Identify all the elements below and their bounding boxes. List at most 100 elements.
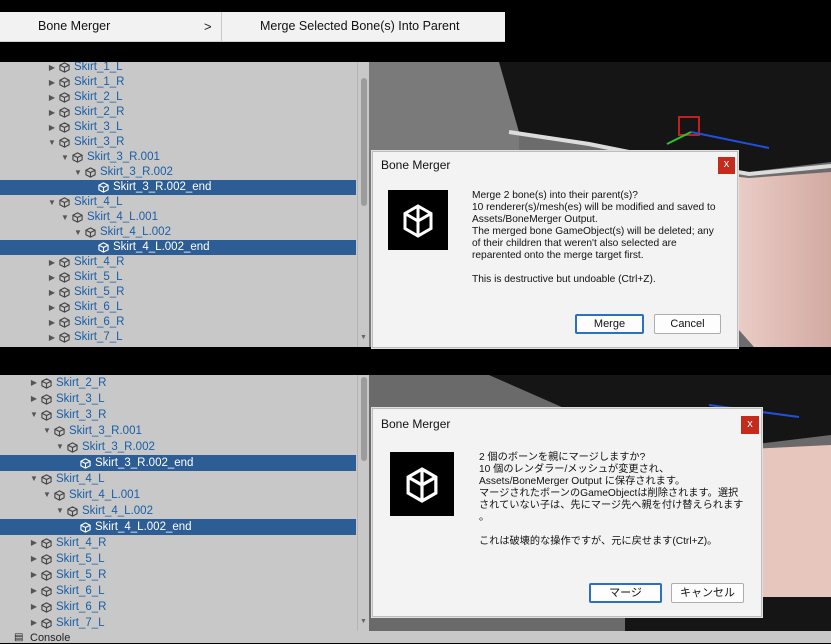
cancel-button[interactable]: Cancel	[654, 314, 721, 334]
expand-down-icon[interactable]: ▼	[55, 503, 65, 519]
hierarchy-panel-bottom: ▶ Skirt_2_R ▶ Skirt_3_L ▼ Skirt_3_R ▼ Skirt_3_R…	[0, 375, 357, 631]
menu-item-merge-selected[interactable]: Merge Selected Bone(s) Into Parent	[260, 12, 459, 41]
gameobject-cube-icon	[41, 570, 52, 581]
hierarchy-row[interactable]: ▶ Skirt_1_L	[0, 62, 356, 75]
expand-right-icon[interactable]: ▶	[47, 255, 57, 270]
expand-right-icon[interactable]: ▶	[47, 330, 57, 345]
hierarchy-row[interactable]: ▶ Skirt_1_R	[0, 75, 356, 90]
hierarchy-row-label: Skirt_4_L	[56, 473, 105, 485]
expand-right-icon[interactable]: ▶	[29, 551, 39, 567]
hierarchy-row-label: Skirt_7_L	[74, 331, 123, 343]
gameobject-cube-icon	[59, 302, 70, 313]
expand-right-icon[interactable]: ▶	[47, 62, 57, 75]
hierarchy-row[interactable]: ▶ Skirt_2_R	[0, 375, 356, 391]
scroll-down-icon[interactable]: ▼	[360, 334, 367, 341]
expand-right-icon[interactable]: ▶	[47, 75, 57, 90]
expand-down-icon[interactable]: ▼	[73, 165, 83, 180]
expand-down-icon[interactable]: ▼	[60, 210, 70, 225]
hierarchy-row[interactable]: ▶ Skirt_4_R	[0, 255, 356, 270]
hierarchy-row[interactable]: ▼ Skirt_3_R.001	[0, 150, 356, 165]
expand-down-icon[interactable]: ▼	[73, 225, 83, 240]
hierarchy-row[interactable]: ▶ Skirt_3_L	[0, 120, 356, 135]
hierarchy-row[interactable]: Skirt_4_L.002_end	[0, 240, 356, 255]
merge-button[interactable]: Merge	[575, 314, 644, 334]
hierarchy-row[interactable]: ▼ Skirt_3_R.002	[0, 165, 356, 180]
hierarchy-row[interactable]: ▶ Skirt_7_L	[0, 330, 356, 345]
hierarchy-row[interactable]: ▼ Skirt_4_L.001	[0, 487, 356, 503]
expand-right-icon[interactable]: ▶	[29, 615, 39, 631]
expand-right-icon[interactable]: ▶	[47, 120, 57, 135]
console-tab[interactable]: Console	[30, 632, 70, 644]
hierarchy-row[interactable]: Skirt_3_R.002_end	[0, 455, 356, 471]
expand-right-icon[interactable]: ▶	[29, 391, 39, 407]
hierarchy-row-label: Skirt_3_R	[56, 409, 107, 421]
expand-right-icon[interactable]: ▶	[47, 270, 57, 285]
scrollbar-thumb[interactable]	[361, 377, 367, 461]
hierarchy-row-label: Skirt_3_R.002	[82, 441, 155, 453]
expand-right-icon[interactable]: ▶	[29, 567, 39, 583]
hierarchy-row[interactable]: ▶ Skirt_6_L	[0, 583, 356, 599]
hierarchy-row[interactable]: ▼ Skirt_3_R.002	[0, 439, 356, 455]
expand-down-icon[interactable]: ▼	[29, 471, 39, 487]
hierarchy-row[interactable]: ▶ Skirt_5_L	[0, 270, 356, 285]
hierarchy-row[interactable]: ▼ Skirt_3_R.001	[0, 423, 356, 439]
hierarchy-row[interactable]: ▶ Skirt_7_L	[0, 615, 356, 631]
hierarchy-row-label: Skirt_3_R.002_end	[95, 457, 194, 469]
hierarchy-row[interactable]: ▶ Skirt_6_R	[0, 599, 356, 615]
cancel-button-ja[interactable]: キャンセル	[671, 583, 744, 603]
expand-right-icon[interactable]: ▶	[47, 90, 57, 105]
expand-down-icon[interactable]: ▼	[42, 487, 52, 503]
expand-down-icon[interactable]: ▼	[60, 150, 70, 165]
hierarchy-row[interactable]: ▶ Skirt_5_R	[0, 567, 356, 583]
hierarchy-row[interactable]: ▼ Skirt_3_R	[0, 407, 356, 423]
hierarchy-row[interactable]: ▶ Skirt_4_R	[0, 535, 356, 551]
gameobject-cube-icon	[41, 394, 52, 405]
expand-down-icon[interactable]: ▼	[55, 439, 65, 455]
hierarchy-row[interactable]: ▼ Skirt_4_L	[0, 471, 356, 487]
gameobject-cube-icon	[41, 378, 52, 389]
expand-right-icon[interactable]: ▶	[29, 535, 39, 551]
close-icon[interactable]: x	[741, 416, 759, 434]
expand-right-icon[interactable]: ▶	[47, 300, 57, 315]
hierarchy-row[interactable]: ▶ Skirt_5_R	[0, 285, 356, 300]
hierarchy-row[interactable]: ▶ Skirt_6_L	[0, 300, 356, 315]
expand-down-icon[interactable]: ▼	[29, 407, 39, 423]
hierarchy-row[interactable]: ▶ Skirt_3_L	[0, 391, 356, 407]
hierarchy-row[interactable]: ▼ Skirt_4_L.001	[0, 210, 356, 225]
hierarchy-row[interactable]: ▶ Skirt_5_L	[0, 551, 356, 567]
hierarchy-row-label: Skirt_6_R	[56, 601, 107, 613]
gameobject-cube-icon	[59, 137, 70, 148]
dialog-message: Merge 2 bone(s) into their parent(s)? 10 …	[472, 190, 727, 286]
unity-logo-icon	[390, 452, 454, 516]
hierarchy-row-label: Skirt_3_R.001	[69, 425, 142, 437]
expand-right-icon[interactable]: ▶	[47, 105, 57, 120]
hierarchy-row[interactable]: Skirt_4_L.002_end	[0, 519, 356, 535]
expand-right-icon[interactable]: ▶	[29, 583, 39, 599]
gameobject-cube-icon	[80, 458, 91, 469]
hierarchy-row[interactable]: Skirt_3_R.002_end	[0, 180, 356, 195]
scrollbar-thumb[interactable]	[361, 78, 367, 206]
expand-right-icon[interactable]: ▶	[29, 375, 39, 391]
expand-right-icon[interactable]: ▶	[29, 599, 39, 615]
menu-item-bone-merger[interactable]: Bone Merger	[38, 12, 110, 41]
scroll-down-icon[interactable]: ▼	[360, 618, 367, 625]
expand-down-icon[interactable]: ▼	[47, 135, 57, 150]
hierarchy-row[interactable]: ▼ Skirt_4_L	[0, 195, 356, 210]
hierarchy-row[interactable]: ▶ Skirt_6_R	[0, 315, 356, 330]
hierarchy-row[interactable]: ▼ Skirt_4_L.002	[0, 225, 356, 240]
gameobject-cube-icon	[59, 197, 70, 208]
merge-button-ja[interactable]: マージ	[589, 583, 662, 603]
expand-down-icon[interactable]: ▼	[42, 423, 52, 439]
hierarchy-row[interactable]: ▼ Skirt_3_R	[0, 135, 356, 150]
hierarchy-row[interactable]: ▶ Skirt_2_R	[0, 105, 356, 120]
dialog-message-line: This is destructive but undoable (Ctrl+Z…	[472, 274, 656, 285]
close-icon[interactable]: x	[718, 157, 735, 174]
gameobject-cube-icon	[98, 242, 109, 253]
expand-down-icon[interactable]: ▼	[47, 195, 57, 210]
hierarchy-row[interactable]: ▶ Skirt_2_L	[0, 90, 356, 105]
expand-right-icon[interactable]: ▶	[47, 285, 57, 300]
hierarchy-row-label: Skirt_5_R	[74, 286, 125, 298]
hierarchy-row[interactable]: ▼ Skirt_4_L.002	[0, 503, 356, 519]
dialog-message-line: Assets/BoneMerger Output に保存されます。	[479, 476, 686, 487]
expand-right-icon[interactable]: ▶	[47, 315, 57, 330]
